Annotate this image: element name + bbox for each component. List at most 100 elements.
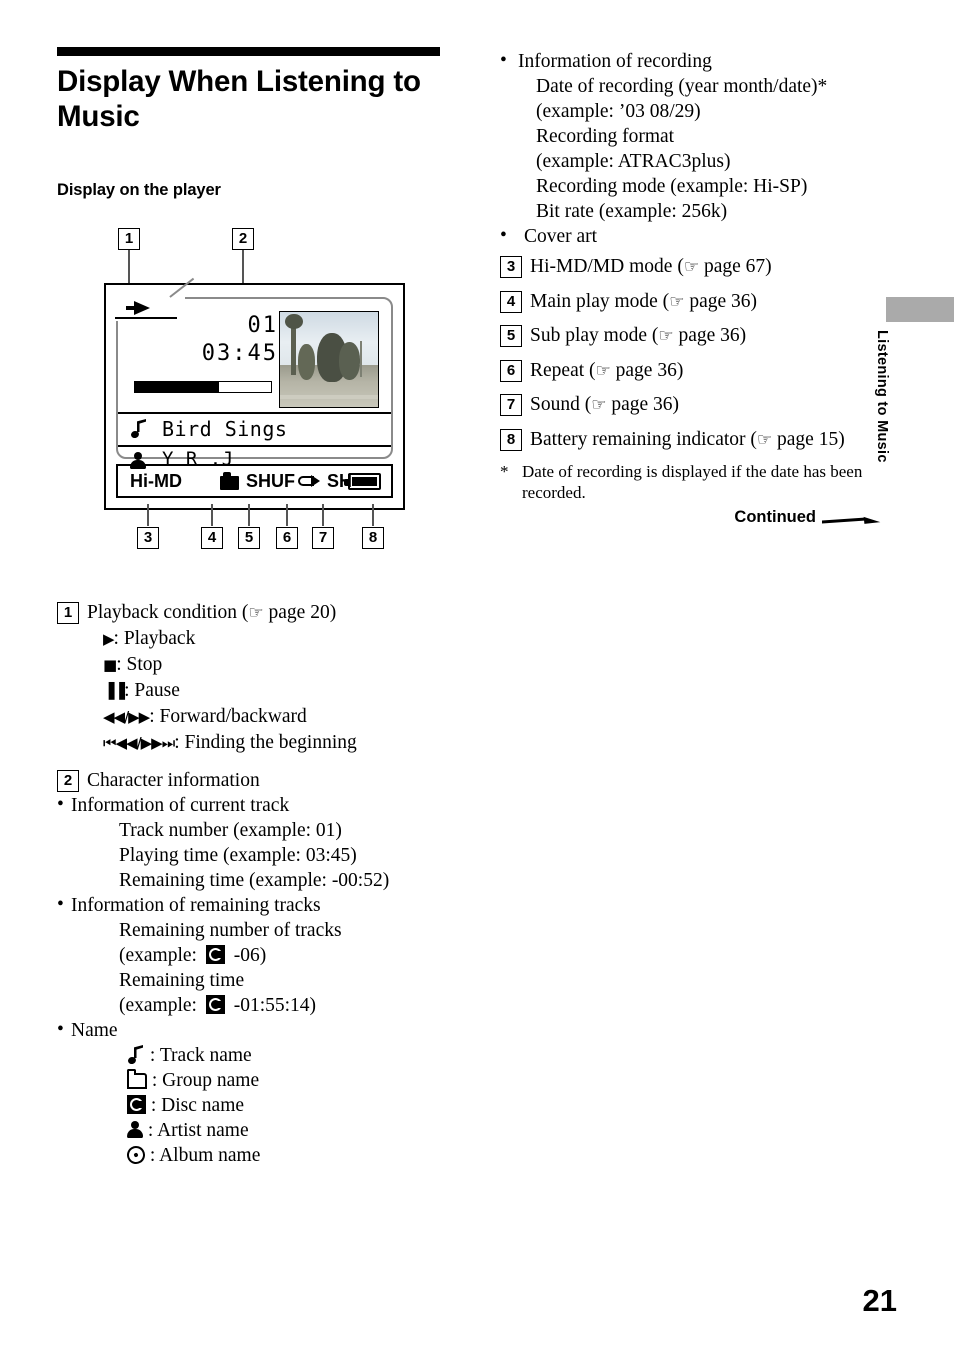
recording-line-6: Bit rate (example: 256k) (536, 201, 728, 222)
bullet-recording-info: Information of recording (500, 48, 880, 74)
bullet-remaining-tracks: Information of remaining tracks (57, 892, 457, 918)
list-item-2: 2 Character information Information of c… (57, 768, 457, 1168)
numbered-4-pre: Main play mode ( (530, 290, 670, 312)
numbered-item-8: 8 Battery remaining indicator (☞ page 15… (500, 427, 880, 453)
name-disc-row: : Disc name (57, 1093, 457, 1118)
lcd-playing-time: 03:45 (201, 341, 278, 366)
recording-line-2: (example: ’03 08/29) (536, 101, 701, 122)
numbered-item-6: 6 Repeat (☞ page 36) (500, 358, 880, 384)
item-1-title: Playback condition (☞ page 20) (87, 600, 336, 626)
leader-line-7 (322, 504, 324, 526)
numbered-6-pre: Repeat ( (530, 359, 596, 381)
pointing-hand-icon: ☞ (658, 326, 674, 346)
pointing-hand-icon: ☞ (595, 360, 611, 381)
item-1-heading: 1 Playback condition (☞ page 20) (57, 600, 457, 626)
numbered-item-7: 7 Sound (☞ page 36) (500, 392, 880, 418)
leader-line-8 (372, 504, 374, 526)
recording-line-1: Date of recording (year month/date)* (536, 76, 828, 97)
footnote-star: * (500, 462, 509, 481)
left-body-text: 1 Playback condition (☞ page 20) ▶: Play… (57, 600, 457, 1170)
name-album-row: : Album name (57, 1142, 457, 1168)
numbered-6-post: page 36) (610, 359, 684, 381)
continued-arrow-icon (822, 510, 880, 524)
pointing-hand-icon: ☞ (756, 429, 773, 450)
numbered-5-post: page 36) (673, 325, 747, 346)
continued-marker: Continued (500, 508, 880, 527)
disc-icon (205, 945, 225, 964)
status-mode-label: Hi-MD (130, 470, 182, 491)
bullet-current-track: Information of current track (57, 792, 457, 818)
cover-pole (360, 340, 363, 377)
pause-glyph-label: : Pause (124, 680, 180, 701)
disc-icon (205, 995, 225, 1014)
status-sub-play-mode: SHUF (246, 470, 295, 491)
bullet-cover-art: Cover art (500, 223, 880, 249)
numbered-item-4: 4 Main play mode (☞ page 36) (500, 289, 880, 315)
bullet-name: Name (57, 1017, 457, 1043)
cover-tree-right (338, 342, 361, 381)
pause-glyph-row: ▐▐: Pause (57, 678, 457, 704)
album-icon (123, 1142, 149, 1168)
numbered-item-5: 5 Sub play mode (☞ page 36) (500, 323, 880, 349)
numbered-3-post: page 67) (699, 256, 772, 277)
callout-8: 8 (362, 527, 384, 549)
callout-marker-8: 8 (500, 428, 522, 451)
item-1-page-ref: page 20) (263, 602, 337, 623)
page-number: 21 (862, 1283, 897, 1318)
leader-line-4 (211, 504, 213, 526)
item-2-title: Character information (87, 770, 260, 791)
pointing-hand-icon: ☞ (591, 395, 607, 415)
folder-solid-icon (220, 472, 239, 490)
remaining-line-1: Remaining number of tracks (119, 920, 342, 941)
recording-line-3: Recording format (536, 126, 675, 147)
section-tab-label: Listening to Music (874, 330, 890, 463)
numbered-item-7-text: Sound (☞ page 36) (530, 392, 679, 418)
footnote: * Date of recording is displayed if the … (500, 461, 880, 503)
callout-marker-1: 1 (57, 602, 79, 624)
disc-icon (127, 1095, 146, 1114)
current-track-line-3: Remaining time (example: -00:52) (119, 870, 390, 891)
callout-marker-2: 2 (57, 770, 79, 792)
callout-5: 5 (238, 527, 260, 549)
numbered-7-post: page 36) (606, 394, 680, 415)
recording-line-4: (example: ATRAC3plus) (536, 151, 731, 172)
name-track-label: : Track name (149, 1045, 252, 1066)
page-title: Display When Listening to Music (57, 65, 421, 133)
remaining-line-2-pre: (example: (119, 945, 197, 966)
lcd-progress-bar (134, 381, 272, 393)
lcd-cover-art (279, 311, 379, 408)
find-beginning-label: : Finding the beginning (174, 732, 357, 753)
battery-full-icon (344, 473, 381, 490)
play-glyph-label: : Playback (113, 628, 196, 649)
numbered-item-3-text: Hi-MD/MD mode (☞ page 67) (530, 254, 772, 280)
name-artist-label: : Artist name (147, 1120, 249, 1141)
numbered-8-pre: Battery remaining indicator ( (530, 428, 757, 450)
name-group-label: : Group name (151, 1070, 260, 1091)
remaining-line-2: (example: -06) (57, 943, 457, 968)
numbered-item-6-text: Repeat (☞ page 36) (530, 358, 683, 384)
stop-glyph-row: ■: Stop (57, 652, 457, 678)
section-subtitle: Display on the player (57, 181, 221, 199)
cover-palm-fronds (284, 313, 303, 330)
repeat-arrow-icon (298, 474, 320, 489)
left-column: Display When Listening to Music (57, 47, 447, 134)
item-1-title-text: Playback condition ( (87, 602, 249, 623)
numbered-4-post: page 36) (684, 290, 757, 312)
lcd-track-name-row: Bird Sings (118, 415, 391, 445)
callout-1: 1 (118, 228, 140, 250)
remaining-line-4-post: -01:55:14) (233, 995, 317, 1016)
callout-2: 2 (232, 228, 254, 250)
recording-line-5: Recording mode (example: Hi-SP) (536, 176, 808, 197)
lcd-divider-1 (118, 412, 391, 415)
lcd-divider-2 (118, 445, 391, 448)
remaining-line-4-pre: (example: (119, 995, 197, 1016)
name-track-row: : Track name (57, 1043, 457, 1068)
lcd-screen: 01 03:45 Bird Sings Y R .J (115, 277, 393, 470)
pointing-hand-icon: ☞ (669, 291, 685, 312)
section-tab-block (886, 297, 954, 322)
person-icon (127, 1121, 143, 1139)
callout-marker-6: 6 (500, 359, 522, 382)
cover-tree-left (297, 344, 316, 381)
callout-marker-4: 4 (500, 290, 522, 313)
title-rule (57, 47, 440, 56)
